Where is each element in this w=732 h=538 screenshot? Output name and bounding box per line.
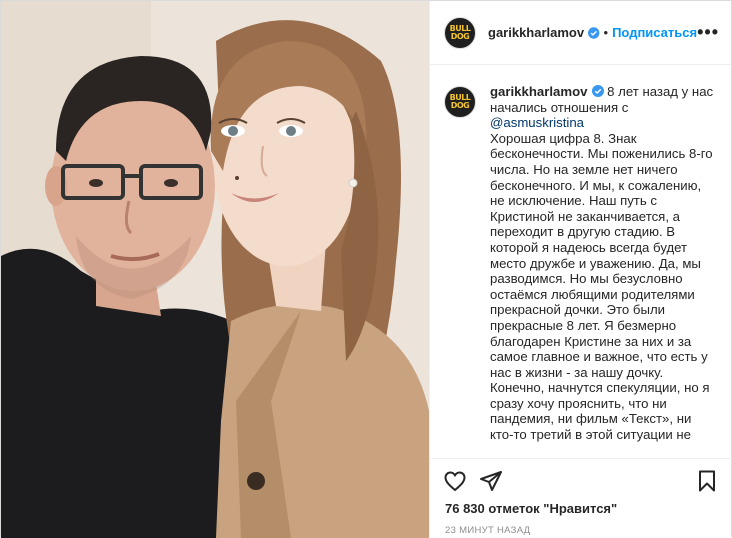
post-timestamp[interactable]: 23 минут назад bbox=[445, 525, 720, 536]
instagram-post: BULL DOG garikkharlamov • Подписаться ••… bbox=[0, 0, 732, 538]
verified-badge-icon bbox=[591, 85, 604, 97]
paper-plane-icon[interactable] bbox=[478, 468, 504, 494]
bookmark-icon[interactable] bbox=[694, 468, 720, 494]
avatar-logo-text: BULL DOG bbox=[449, 23, 471, 41]
post-caption: BULL DOG garikkharlamov 8 лет назад у на… bbox=[444, 84, 716, 443]
separator-dot: • bbox=[603, 25, 609, 40]
post-side-panel: BULL DOG garikkharlamov • Подписаться ••… bbox=[429, 1, 732, 538]
caption-avatar[interactable]: BULL DOG bbox=[444, 86, 476, 118]
post-header: BULL DOG garikkharlamov • Подписаться ••… bbox=[430, 1, 731, 65]
verified-badge-icon bbox=[588, 26, 600, 39]
caption-body: Хорошая цифра 8. Знак бесконечности. Мы … bbox=[490, 130, 713, 443]
heart-icon[interactable] bbox=[442, 468, 468, 494]
likes-count[interactable]: 76 830 отметок "Нравится" bbox=[445, 501, 720, 516]
caption-username[interactable]: garikkharlamov bbox=[490, 84, 588, 99]
caption-text: garikkharlamov 8 лет назад у нас началис… bbox=[490, 84, 716, 443]
avatar-logo-text: BULL DOG bbox=[449, 93, 471, 110]
more-options-icon[interactable]: ••• bbox=[697, 22, 719, 43]
selfie-illustration bbox=[1, 1, 429, 538]
post-actions: 76 830 отметок "Нравится" 23 минут назад bbox=[430, 458, 732, 538]
follow-button[interactable]: Подписаться bbox=[612, 25, 697, 40]
comments-area[interactable]: BULL DOG garikkharlamov 8 лет назад у на… bbox=[430, 66, 732, 458]
mention-link[interactable]: @asmuskristina bbox=[490, 115, 584, 130]
profile-avatar[interactable]: BULL DOG bbox=[444, 16, 476, 49]
action-icons bbox=[442, 459, 720, 503]
header-username[interactable]: garikkharlamov bbox=[488, 25, 584, 40]
post-photo[interactable] bbox=[1, 1, 429, 538]
